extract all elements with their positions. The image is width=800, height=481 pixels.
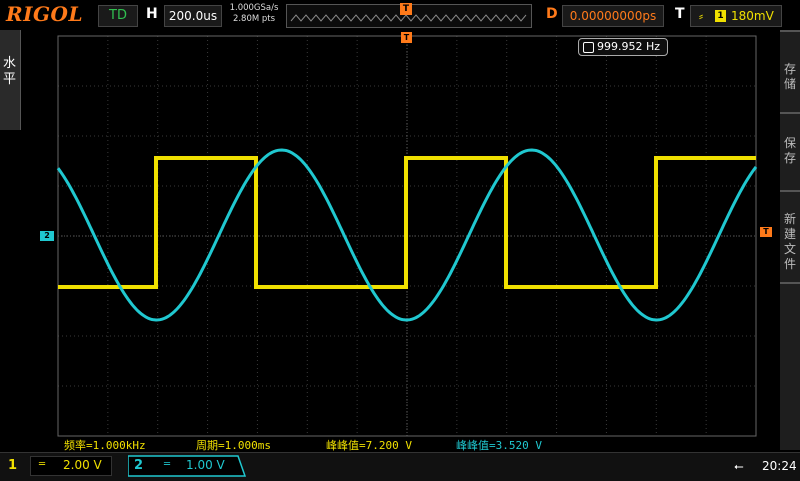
- softkey-divider: [780, 30, 800, 32]
- delay-label: D: [546, 6, 558, 22]
- frequency-counter-value: 999.952 Hz: [597, 40, 661, 53]
- top-status-bar: RIGOL TD H 200.0us 1.000GSa/s 2.80M pts …: [0, 0, 800, 30]
- memory-depth: 2.80M pts: [232, 14, 276, 24]
- measurement-ch2-vpp: 峰峰值=3.520 V: [456, 439, 542, 452]
- trigger-source: 1: [715, 10, 726, 22]
- ch1-label[interactable]: 1: [8, 458, 17, 473]
- memory-trigger-marker: T: [400, 3, 412, 15]
- trigger-level-value: 180mV: [731, 9, 774, 23]
- softkey-storage[interactable]: 存储: [780, 62, 800, 102]
- ch2-label[interactable]: 2: [134, 458, 143, 473]
- ch1-waveform: [58, 156, 756, 289]
- sample-rate: 1.000GSa/s: [229, 3, 279, 13]
- ch1-scale: 2.00 V: [63, 458, 102, 472]
- softkey-divider: [780, 282, 800, 284]
- horizontal-delay-value[interactable]: 0.00000000ps: [562, 5, 664, 27]
- frequency-counter: 999.952 Hz: [578, 38, 668, 56]
- horizontal-label: H: [146, 6, 158, 22]
- trigger-settings[interactable]: ⸗ 1 180mV: [690, 5, 782, 27]
- bottom-channel-bar: [0, 452, 800, 481]
- rising-edge-icon: ⸗: [699, 9, 703, 23]
- ch2-ground-marker[interactable]: 2: [40, 231, 54, 241]
- acquisition-info: 1.000GSa/s 2.80M pts: [228, 3, 280, 25]
- timebase-value[interactable]: 200.0us: [164, 5, 222, 27]
- system-clock: 20:24: [762, 459, 797, 473]
- softkey-divider: [780, 112, 800, 114]
- usb-icon: ⭠: [734, 459, 744, 473]
- trigger-label: T: [675, 6, 685, 22]
- ch2-scale: 1.00 V: [186, 458, 225, 472]
- waveform-display[interactable]: [0, 30, 780, 440]
- ch1-coupling-icon: ═: [39, 459, 46, 470]
- counter-icon: [583, 42, 594, 53]
- trigger-position-marker[interactable]: T: [401, 32, 412, 43]
- softkey-divider: [780, 190, 800, 192]
- rigol-logo: RIGOL: [6, 2, 84, 26]
- ch2-settings[interactable]: ═ 1.00 V: [154, 457, 234, 475]
- softkey-save[interactable]: 保存: [780, 136, 800, 176]
- measurement-ch1-vpp: 峰峰值=7.200 V: [326, 439, 412, 452]
- trigger-level-marker[interactable]: T: [760, 227, 772, 237]
- ch1-settings[interactable]: ═ 2.00 V: [30, 456, 112, 476]
- ch2-coupling-icon: ═: [164, 459, 171, 470]
- softkey-new-file[interactable]: 新建文件: [780, 212, 800, 276]
- measurement-frequency: 频率=1.000kHz: [64, 439, 146, 452]
- run-mode-indicator[interactable]: TD: [98, 5, 138, 27]
- measurement-period: 周期=1.000ms: [196, 439, 271, 452]
